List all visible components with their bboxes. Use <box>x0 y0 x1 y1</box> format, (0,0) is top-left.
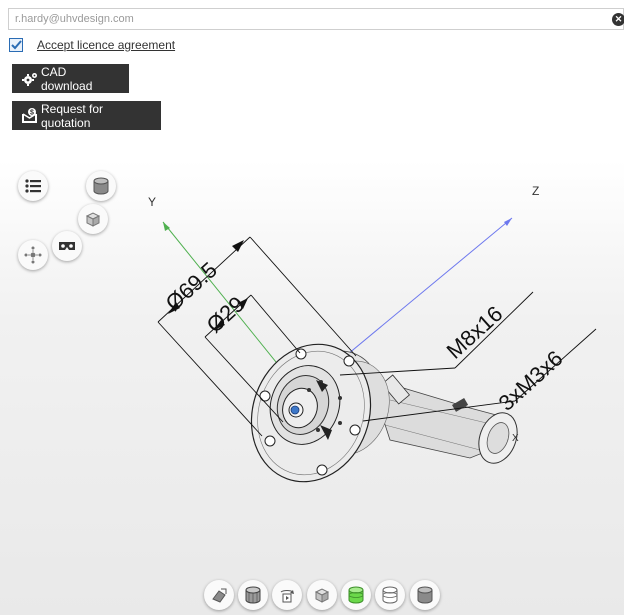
svg-text:$: $ <box>30 110 34 117</box>
clear-icon[interactable]: ✕ <box>612 13 624 26</box>
explode-icon <box>24 246 42 264</box>
vr-goggles-icon <box>59 242 75 250</box>
rotate-play-icon <box>280 590 294 603</box>
cube-view-button[interactable] <box>78 204 108 234</box>
section-active-button[interactable] <box>341 580 371 610</box>
model-viewer[interactable]: Ø69.5 Ø29 M8x16 3xM3x6 Y Z X <box>0 160 624 615</box>
licence-link[interactable]: Accept licence agreement <box>37 38 175 52</box>
measure-button[interactable] <box>204 580 234 610</box>
quote-icon: $ <box>22 108 38 123</box>
z-axis-label: Z <box>532 184 540 198</box>
gears-icon <box>22 72 38 86</box>
shaded-button[interactable] <box>410 580 440 610</box>
vr-button[interactable] <box>52 231 82 261</box>
shaded-icon <box>417 586 433 604</box>
dim-holes: 3xM3x6 <box>494 346 568 416</box>
cylinder-view-icon <box>93 177 109 195</box>
cad-download-button[interactable]: CAD download <box>12 64 129 93</box>
cube-view-icon <box>85 212 101 227</box>
cylinder-view-button[interactable] <box>86 171 116 201</box>
measure-icon <box>212 588 227 603</box>
list-button[interactable] <box>18 171 48 201</box>
wireframe-button[interactable] <box>238 580 268 610</box>
z-axis-arrow <box>504 218 512 226</box>
dim-thread: M8x16 <box>442 301 508 364</box>
rotate-play-button[interactable] <box>272 580 302 610</box>
licence-row: Accept licence agreement <box>9 37 175 53</box>
x-axis-label: X <box>512 433 519 444</box>
wireframe-icon <box>245 586 261 604</box>
cube-button[interactable] <box>307 580 337 610</box>
email-field[interactable] <box>9 9 615 29</box>
email-field-container: ✕ <box>8 8 624 30</box>
section-icon <box>382 586 398 604</box>
cad-download-label: CAD download <box>41 64 93 93</box>
explode-button[interactable] <box>18 240 48 270</box>
check-icon <box>10 40 22 50</box>
section-button[interactable] <box>375 580 405 610</box>
dim-inner-diameter: Ø29 <box>202 291 250 337</box>
y-axis-label: Y <box>148 195 157 209</box>
licence-checkbox[interactable] <box>9 38 23 52</box>
request-quotation-label: Request for quotation <box>41 101 104 130</box>
center-bore <box>290 405 300 415</box>
dim-outer-diameter: Ø69.5 <box>161 257 222 316</box>
cube-icon <box>314 588 330 603</box>
section-active-icon <box>348 586 364 604</box>
list-icon <box>25 179 41 193</box>
request-quotation-button[interactable]: $ Request for quotation <box>12 101 161 130</box>
